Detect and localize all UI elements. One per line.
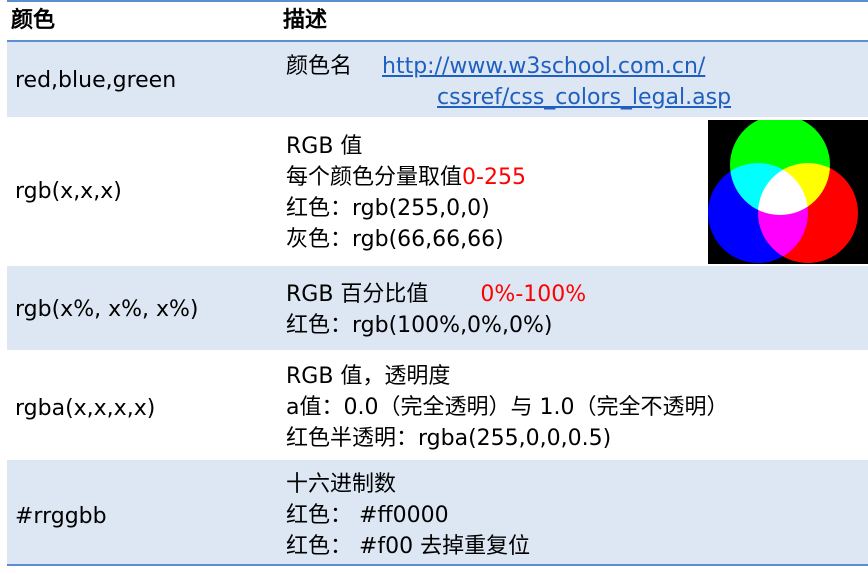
color-name: red,blue,green: [15, 68, 177, 93]
table-row: rgb(x%, x%, x%) RGB 百分比值 0%-100% 红色：rgb(1…: [7, 266, 868, 352]
header-color: 颜色: [11, 8, 56, 33]
desc-line: RGB 百分比值: [286, 282, 429, 307]
description: 十六进制数 红色： #ff0000 红色： #f00 去掉重复位: [286, 469, 530, 562]
desc-line: 每个颜色分量取值: [286, 165, 463, 190]
desc-line: 灰色：rgb(66,66,66): [286, 227, 504, 252]
desc-line: RGB 值: [286, 134, 363, 159]
desc-line: 红色：rgb(100%,0%,0%): [286, 313, 553, 338]
color-name: rgb(x,x,x): [15, 179, 122, 204]
table-row: #rrggbb 十六进制数 红色： #ff0000 红色： #f00 去掉重复位: [7, 460, 868, 566]
table-row: rgba(x,x,x,x) RGB 值，透明度 a值：0.0（完全透明）与 1.…: [7, 352, 868, 460]
reference-link-continued[interactable]: cssref/css_colors_legal.asp: [437, 85, 731, 110]
table-row: red,blue,green 颜色名 http://www.w3school.c…: [7, 42, 868, 119]
description: RGB 百分比值 0%-100% 红色：rgb(100%,0%,0%): [286, 279, 586, 341]
table-row: rgb(x,x,x) RGB 值 每个颜色分量取值0-255 红色：rgb(25…: [7, 119, 868, 266]
table-header: 颜色 描述: [7, 0, 868, 42]
desc-line: 红色：rgb(255,0,0): [286, 196, 490, 221]
reference-link[interactable]: http://www.w3school.com.cn/: [382, 54, 705, 79]
description: RGB 值 每个颜色分量取值0-255 红色：rgb(255,0,0) 灰色：r…: [286, 131, 526, 255]
color-name: rgba(x,x,x,x): [15, 396, 156, 421]
desc-line: 红色半透明：rgba(255,0,0,0.5): [286, 426, 612, 451]
color-name: rgb(x%, x%, x%): [15, 297, 199, 322]
desc-line: a值：0.0（完全透明）与 1.0（完全不透明）: [286, 395, 729, 420]
rgb-venn-image: [708, 120, 868, 264]
color-table: 颜色 描述 red,blue,green 颜色名 http://www.w3sc…: [7, 0, 868, 574]
range-highlight: 0%-100%: [480, 282, 587, 307]
description: 颜色名 http://www.w3school.com.cn/ cssref/c…: [286, 51, 731, 113]
desc-prefix: 颜色名: [286, 54, 353, 79]
range-highlight: 0-255: [462, 165, 526, 190]
desc-line: 十六进制数: [286, 472, 397, 497]
desc-line: 红色： #f00 去掉重复位: [286, 534, 531, 559]
header-description: 描述: [283, 8, 328, 33]
description: RGB 值，透明度 a值：0.0（完全透明）与 1.0（完全不透明） 红色半透明…: [286, 361, 728, 454]
color-name: #rrggbb: [15, 504, 107, 529]
desc-line: RGB 值，透明度: [286, 364, 451, 389]
desc-line: 红色： #ff0000: [286, 503, 449, 528]
